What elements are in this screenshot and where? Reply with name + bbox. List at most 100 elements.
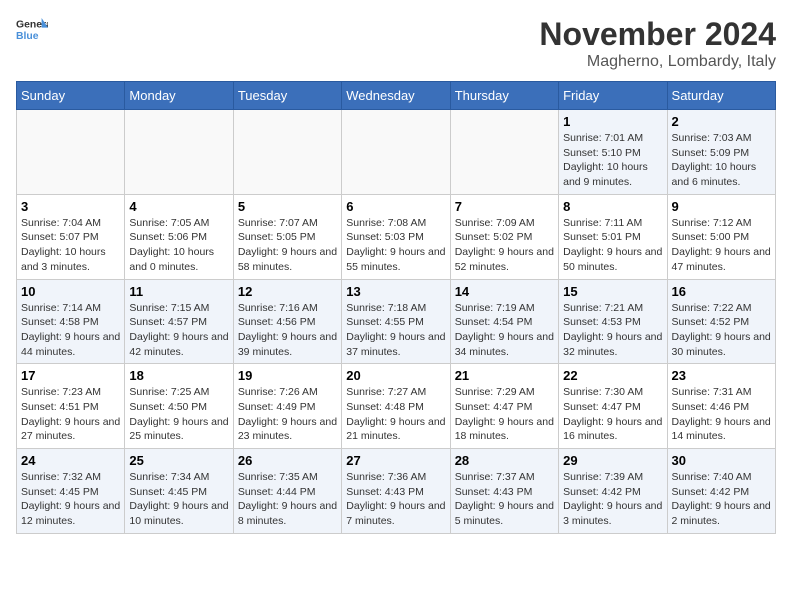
calendar-cell: 15 Sunrise: 7:21 AM Sunset: 4:53 PM Dayli… <box>559 279 667 364</box>
calendar-cell: 27 Sunrise: 7:36 AM Sunset: 4:43 PM Dayli… <box>342 449 450 534</box>
day-number: 18 <box>129 368 228 383</box>
calendar-day-header: Monday <box>125 82 233 110</box>
calendar-cell: 11 Sunrise: 7:15 AM Sunset: 4:57 PM Dayli… <box>125 279 233 364</box>
day-number: 14 <box>455 284 554 299</box>
day-number: 25 <box>129 453 228 468</box>
day-info: Sunrise: 7:23 AM Sunset: 4:51 PM Dayligh… <box>21 385 120 444</box>
calendar-cell: 8Sunrise: 7:11 AM Sunset: 5:01 PM Daylig… <box>559 194 667 279</box>
day-info: Sunrise: 7:39 AM Sunset: 4:42 PM Dayligh… <box>563 470 662 529</box>
calendar-cell: 5 Sunrise: 7:07 AM Sunset: 5:05 PM Daylig… <box>233 194 341 279</box>
day-number: 28 <box>455 453 554 468</box>
day-info: Sunrise: 7:07 AM Sunset: 5:05 PM Dayligh… <box>238 216 337 275</box>
day-info: Sunrise: 7:01 AM Sunset: 5:10 PM Dayligh… <box>563 131 662 190</box>
day-info: Sunrise: 7:36 AM Sunset: 4:43 PM Dayligh… <box>346 470 445 529</box>
calendar-day-header: Wednesday <box>342 82 450 110</box>
calendar-cell: 25 Sunrise: 7:34 AM Sunset: 4:45 PM Dayli… <box>125 449 233 534</box>
day-number: 24 <box>21 453 120 468</box>
location: Magherno, Lombardy, Italy <box>539 53 776 71</box>
calendar-week-row: 3Sunrise: 7:04 AM Sunset: 5:07 PM Daylig… <box>17 194 776 279</box>
calendar-day-header: Tuesday <box>233 82 341 110</box>
day-info: Sunrise: 7:37 AM Sunset: 4:43 PM Dayligh… <box>455 470 554 529</box>
day-number: 23 <box>672 368 771 383</box>
day-info: Sunrise: 7:34 AM Sunset: 4:45 PM Dayligh… <box>129 470 228 529</box>
day-number: 15 <box>563 284 662 299</box>
day-info: Sunrise: 7:08 AM Sunset: 5:03 PM Dayligh… <box>346 216 445 275</box>
svg-text:Blue: Blue <box>16 31 39 42</box>
day-info: Sunrise: 7:30 AM Sunset: 4:47 PM Dayligh… <box>563 385 662 444</box>
calendar-body: 1 Sunrise: 7:01 AM Sunset: 5:10 PM Daylig… <box>17 110 776 534</box>
day-number: 7 <box>455 199 554 214</box>
day-number: 10 <box>21 284 120 299</box>
logo-icon: General Blue <box>16 16 48 44</box>
day-number: 2 <box>672 114 771 129</box>
day-number: 21 <box>455 368 554 383</box>
day-number: 29 <box>563 453 662 468</box>
day-number: 30 <box>672 453 771 468</box>
day-number: 12 <box>238 284 337 299</box>
title-area: November 2024 Magherno, Lombardy, Italy <box>539 16 776 71</box>
calendar-cell: 24 Sunrise: 7:32 AM Sunset: 4:45 PM Dayli… <box>17 449 125 534</box>
day-info: Sunrise: 7:09 AM Sunset: 5:02 PM Dayligh… <box>455 216 554 275</box>
day-number: 5 <box>238 199 337 214</box>
calendar-cell <box>125 110 233 195</box>
calendar-cell: 1 Sunrise: 7:01 AM Sunset: 5:10 PM Daylig… <box>559 110 667 195</box>
calendar-cell: 12 Sunrise: 7:16 AM Sunset: 4:56 PM Dayli… <box>233 279 341 364</box>
day-number: 16 <box>672 284 771 299</box>
day-info: Sunrise: 7:03 AM Sunset: 5:09 PM Dayligh… <box>672 131 771 190</box>
calendar-table: SundayMondayTuesdayWednesdayThursdayFrid… <box>16 81 776 534</box>
calendar-cell: 14 Sunrise: 7:19 AM Sunset: 4:54 PM Dayli… <box>450 279 558 364</box>
calendar-cell <box>450 110 558 195</box>
day-number: 26 <box>238 453 337 468</box>
day-number: 19 <box>238 368 337 383</box>
day-number: 4 <box>129 199 228 214</box>
calendar-cell: 7 Sunrise: 7:09 AM Sunset: 5:02 PM Daylig… <box>450 194 558 279</box>
day-info: Sunrise: 7:31 AM Sunset: 4:46 PM Dayligh… <box>672 385 771 444</box>
day-number: 11 <box>129 284 228 299</box>
calendar-cell: 29 Sunrise: 7:39 AM Sunset: 4:42 PM Dayli… <box>559 449 667 534</box>
day-info: Sunrise: 7:14 AM Sunset: 4:58 PM Dayligh… <box>21 301 120 360</box>
calendar-day-header: Saturday <box>667 82 775 110</box>
calendar-week-row: 1 Sunrise: 7:01 AM Sunset: 5:10 PM Daylig… <box>17 110 776 195</box>
calendar-cell: 18 Sunrise: 7:25 AM Sunset: 4:50 PM Dayli… <box>125 364 233 449</box>
day-info: Sunrise: 7:18 AM Sunset: 4:55 PM Dayligh… <box>346 301 445 360</box>
logo: General Blue <box>16 16 48 44</box>
day-info: Sunrise: 7:22 AM Sunset: 4:52 PM Dayligh… <box>672 301 771 360</box>
calendar-week-row: 24 Sunrise: 7:32 AM Sunset: 4:45 PM Dayli… <box>17 449 776 534</box>
calendar-cell <box>342 110 450 195</box>
day-info: Sunrise: 7:21 AM Sunset: 4:53 PM Dayligh… <box>563 301 662 360</box>
day-number: 27 <box>346 453 445 468</box>
day-number: 3 <box>21 199 120 214</box>
calendar-cell: 30 Sunrise: 7:40 AM Sunset: 4:42 PM Dayli… <box>667 449 775 534</box>
calendar-cell <box>233 110 341 195</box>
calendar-cell <box>17 110 125 195</box>
day-info: Sunrise: 7:05 AM Sunset: 5:06 PM Dayligh… <box>129 216 228 275</box>
day-info: Sunrise: 7:25 AM Sunset: 4:50 PM Dayligh… <box>129 385 228 444</box>
calendar-header-row: SundayMondayTuesdayWednesdayThursdayFrid… <box>17 82 776 110</box>
calendar-cell: 21Sunrise: 7:29 AM Sunset: 4:47 PM Dayli… <box>450 364 558 449</box>
day-info: Sunrise: 7:19 AM Sunset: 4:54 PM Dayligh… <box>455 301 554 360</box>
day-number: 9 <box>672 199 771 214</box>
day-info: Sunrise: 7:40 AM Sunset: 4:42 PM Dayligh… <box>672 470 771 529</box>
calendar-cell: 22 Sunrise: 7:30 AM Sunset: 4:47 PM Dayli… <box>559 364 667 449</box>
calendar-cell: 26Sunrise: 7:35 AM Sunset: 4:44 PM Dayli… <box>233 449 341 534</box>
calendar-day-header: Sunday <box>17 82 125 110</box>
calendar-cell: 16 Sunrise: 7:22 AM Sunset: 4:52 PM Dayli… <box>667 279 775 364</box>
month-title: November 2024 <box>539 16 776 53</box>
calendar-cell: 17Sunrise: 7:23 AM Sunset: 4:51 PM Dayli… <box>17 364 125 449</box>
calendar-cell: 3Sunrise: 7:04 AM Sunset: 5:07 PM Daylig… <box>17 194 125 279</box>
calendar-cell: 9Sunrise: 7:12 AM Sunset: 5:00 PM Daylig… <box>667 194 775 279</box>
day-number: 22 <box>563 368 662 383</box>
calendar-cell: 28 Sunrise: 7:37 AM Sunset: 4:43 PM Dayli… <box>450 449 558 534</box>
day-number: 6 <box>346 199 445 214</box>
day-info: Sunrise: 7:16 AM Sunset: 4:56 PM Dayligh… <box>238 301 337 360</box>
day-number: 1 <box>563 114 662 129</box>
day-info: Sunrise: 7:11 AM Sunset: 5:01 PM Dayligh… <box>563 216 662 275</box>
header: General Blue November 2024 Magherno, Lom… <box>16 16 776 71</box>
day-number: 20 <box>346 368 445 383</box>
calendar-cell: 2 Sunrise: 7:03 AM Sunset: 5:09 PM Daylig… <box>667 110 775 195</box>
day-info: Sunrise: 7:27 AM Sunset: 4:48 PM Dayligh… <box>346 385 445 444</box>
day-number: 13 <box>346 284 445 299</box>
day-info: Sunrise: 7:15 AM Sunset: 4:57 PM Dayligh… <box>129 301 228 360</box>
day-info: Sunrise: 7:32 AM Sunset: 4:45 PM Dayligh… <box>21 470 120 529</box>
calendar-week-row: 10 Sunrise: 7:14 AM Sunset: 4:58 PM Dayli… <box>17 279 776 364</box>
